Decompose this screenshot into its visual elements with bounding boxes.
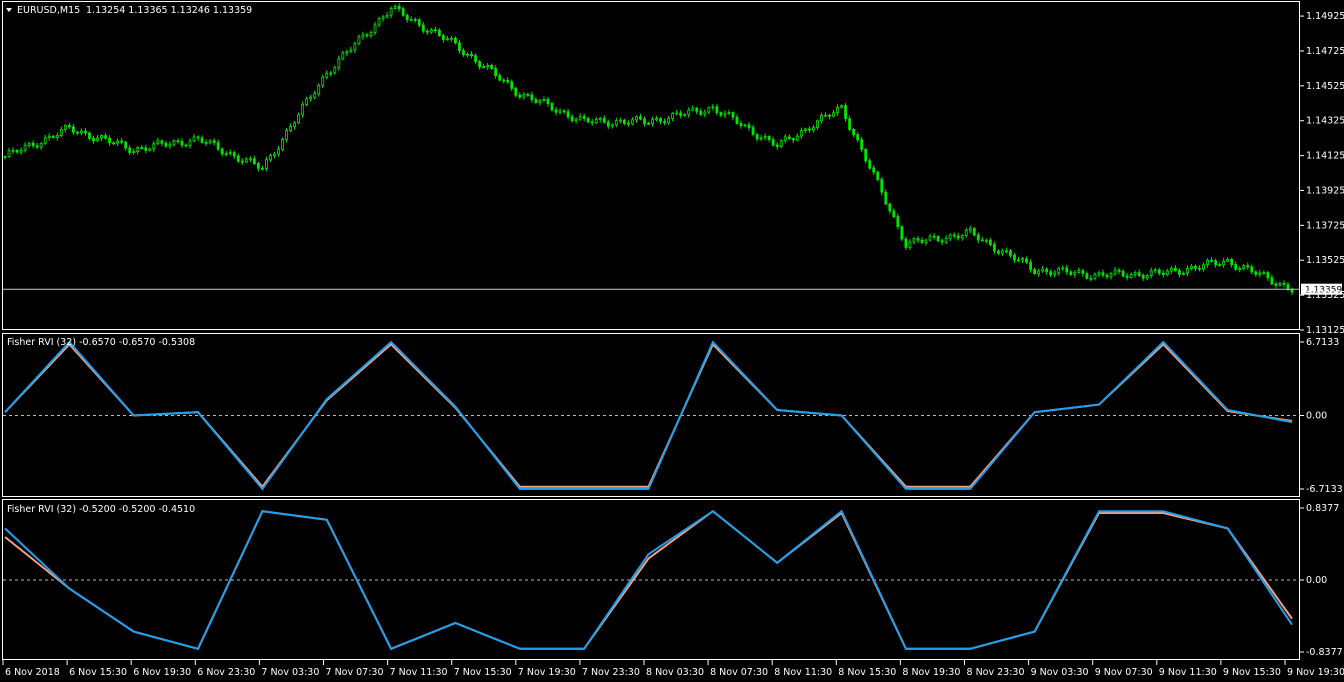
indicator-tick-label: 0.8377 bbox=[1306, 503, 1339, 514]
time-tick-label: 6 Nov 19:30 bbox=[133, 667, 191, 678]
time-tick-label: 6 Nov 15:30 bbox=[69, 667, 127, 678]
candle bbox=[844, 102, 847, 122]
time-tick-label: 8 Nov 19:30 bbox=[902, 667, 960, 678]
symbol-label: EURUSD,M15 bbox=[17, 5, 80, 16]
time-tick-label: 7 Nov 19:30 bbox=[518, 667, 576, 678]
candle bbox=[281, 137, 284, 152]
price-tick-label: 1.13525 bbox=[1306, 255, 1344, 266]
price-tick-label: 1.14325 bbox=[1306, 116, 1344, 127]
candle bbox=[550, 101, 554, 112]
time-tick-label: 6 Nov 2018 bbox=[5, 667, 60, 678]
time-tick-label: 7 Nov 03:30 bbox=[261, 667, 319, 678]
indicator-tick-label: -6.7133 bbox=[1306, 484, 1343, 495]
time-tick-label: 8 Nov 11:30 bbox=[774, 667, 832, 678]
time-tick-label: 9 Nov 15:30 bbox=[1223, 667, 1281, 678]
price-tick-label: 1.14725 bbox=[1306, 46, 1344, 57]
price-tick-label: 1.13325 bbox=[1306, 290, 1344, 301]
time-tick-label: 7 Nov 07:30 bbox=[326, 667, 384, 678]
candle bbox=[779, 139, 783, 149]
fisher-rvi-2-title: Fisher RVI (32) -0.5200 -0.5200 -0.4510 bbox=[7, 504, 195, 515]
indicator-tick-label: -0.8377 bbox=[1306, 647, 1343, 658]
candle bbox=[972, 227, 976, 237]
price-tick-label: 1.13925 bbox=[1306, 185, 1344, 196]
price-tick-label: 1.13125 bbox=[1306, 325, 1344, 336]
candle bbox=[900, 225, 904, 242]
time-tick-label: 7 Nov 23:30 bbox=[582, 667, 640, 678]
time-tick-label: 9 Nov 19:30 bbox=[1287, 667, 1344, 678]
time-tick-label: 8 Nov 03:30 bbox=[646, 667, 704, 678]
fisher-rvi-1-title: Fisher RVI (32) -0.6570 -0.6570 -0.5308 bbox=[7, 337, 195, 348]
indicator-tick-label: 0.00 bbox=[1306, 575, 1327, 586]
chart-canvas: 1.13359 1.149251.147251.145251.143251.14… bbox=[0, 0, 1344, 682]
time-tick-label: 8 Nov 15:30 bbox=[838, 667, 896, 678]
price-tick-label: 1.14925 bbox=[1306, 11, 1344, 22]
time-tick-label: 9 Nov 11:30 bbox=[1159, 667, 1217, 678]
candle bbox=[880, 176, 884, 196]
time-tick-label: 8 Nov 07:30 bbox=[710, 667, 768, 678]
time-tick-label: 7 Nov 15:30 bbox=[454, 667, 512, 678]
time-tick-label: 9 Nov 07:30 bbox=[1095, 667, 1153, 678]
indicator-tick-label: 0.00 bbox=[1306, 411, 1327, 422]
time-tick-label: 9 Nov 03:30 bbox=[1031, 667, 1089, 678]
indicator-tick-label: 6.7133 bbox=[1306, 337, 1339, 348]
price-tick-label: 1.14125 bbox=[1306, 151, 1344, 162]
time-tick-label: 6 Nov 23:30 bbox=[197, 667, 255, 678]
price-tick-label: 1.14525 bbox=[1306, 81, 1344, 92]
time-tick-label: 8 Nov 23:30 bbox=[967, 667, 1025, 678]
candle bbox=[876, 170, 880, 182]
time-tick-label: 7 Nov 11:30 bbox=[390, 667, 448, 678]
price-tick-label: 1.13725 bbox=[1306, 220, 1344, 231]
ohlc-values: 1.13254 1.13365 1.13246 1.13359 bbox=[86, 5, 252, 16]
